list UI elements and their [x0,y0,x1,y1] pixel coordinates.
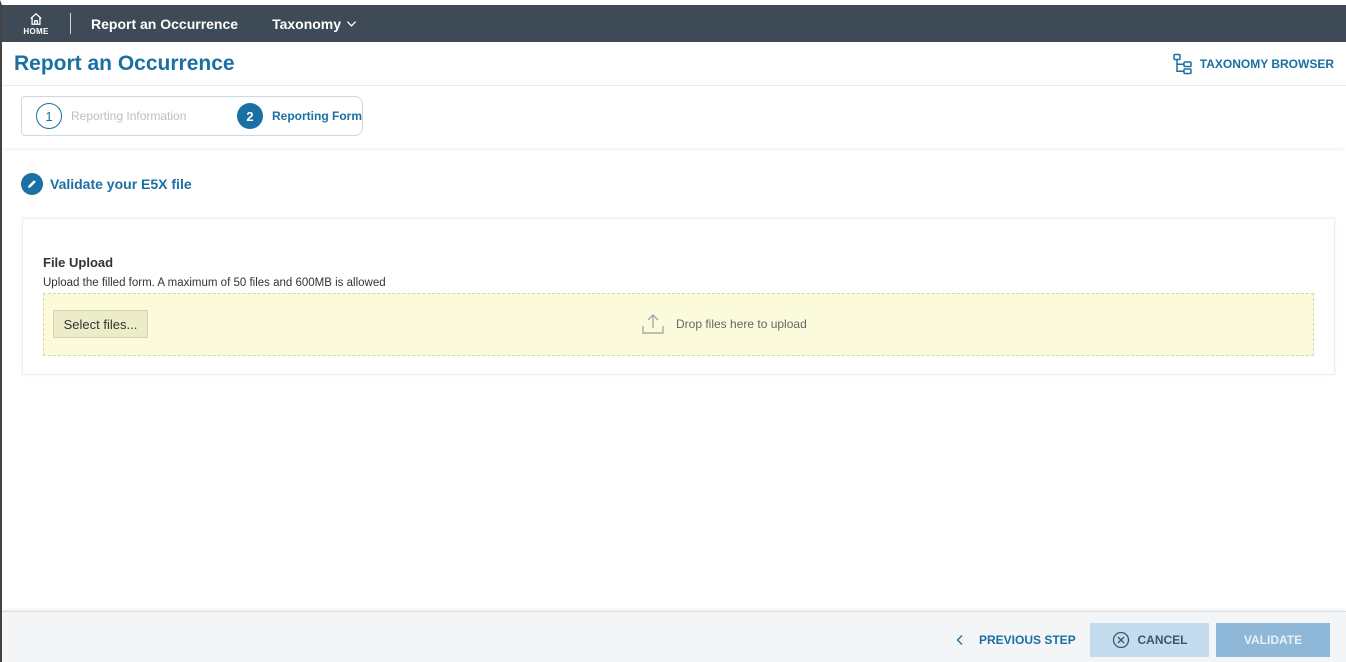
top-nav: HOME Report an Occurrence Taxonomy [2,5,1346,42]
section-title: Validate your E5X file [50,176,192,192]
close-circle-icon [1112,631,1129,649]
step-reporting-form[interactable]: 2 Reporting Form [207,96,363,136]
step-number: 2 [237,103,263,129]
chevron-left-icon [956,635,963,645]
section-heading: Validate your E5X file [2,148,1346,200]
previous-step-label: PREVIOUS STEP [979,633,1076,647]
nav-item-label: Report an Occurrence [91,15,239,32]
drop-hint: Drop files here to upload [641,312,807,336]
home-button[interactable]: HOME [2,5,70,42]
nav-item-report-occurrence[interactable]: Report an Occurrence [71,5,258,42]
file-upload-title: File Upload [43,255,114,270]
step-label: Reporting Form [272,109,362,123]
cancel-button[interactable]: CANCEL [1090,623,1209,657]
step-reporting-information[interactable]: 1 Reporting Information [21,96,207,136]
select-files-button[interactable]: Select files... [53,310,148,338]
home-label: HOME [23,26,49,36]
nav-item-taxonomy[interactable]: Taxonomy [258,5,377,42]
cancel-label: CANCEL [1137,633,1188,647]
pencil-icon [21,173,43,195]
file-upload-description: Upload the filled form. A maximum of 50 … [43,277,386,289]
previous-step-button[interactable]: PREVIOUS STEP [955,627,1076,653]
home-icon [30,12,42,25]
file-upload-card: File Upload Upload the filled form. A ma… [22,218,1335,375]
drop-hint-text: Drop files here to upload [676,317,807,331]
page-title: Report an Occurrence [14,51,235,75]
file-dropzone[interactable]: Select files... Drop files here to uploa… [43,293,1314,356]
stepper: 1 Reporting Information 2 Reporting Form [2,86,1346,148]
page-header: Report an Occurrence TAXONOMY BROWSER [2,42,1346,86]
validate-button[interactable]: VALIDATE [1216,623,1330,657]
upload-icon [642,314,664,334]
footer-actions: PREVIOUS STEP CANCEL VALIDATE [2,611,1346,662]
chevron-down-icon [346,21,357,27]
taxonomy-browser-label: TAXONOMY BROWSER [1199,56,1334,71]
validate-label: VALIDATE [1243,633,1303,647]
app-window: HOME Report an Occurrence Taxonomy Repor… [0,0,1346,662]
taxonomy-browser-button[interactable]: TAXONOMY BROWSER [1172,53,1334,75]
tree-icon [1173,53,1192,74]
step-number: 1 [36,103,62,129]
nav-item-label: Taxonomy [272,15,342,32]
step-label: Reporting Information [71,109,187,123]
